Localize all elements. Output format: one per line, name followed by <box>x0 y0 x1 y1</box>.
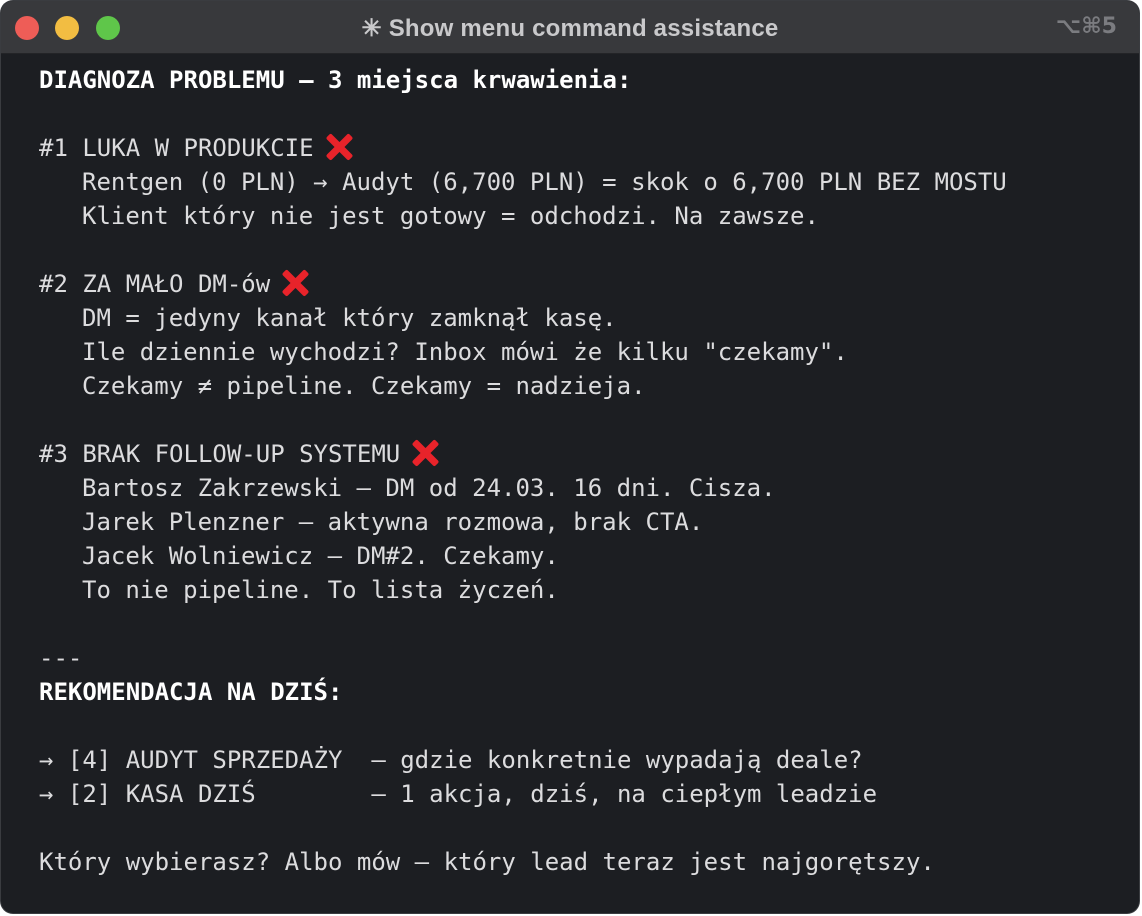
problem-title-text: #2 ZA MAŁO DM-ów <box>39 270 271 298</box>
problem-line: Bartosz Zakrzewski — DM od 24.03. 16 dni… <box>82 474 776 502</box>
closing-question: Który wybierasz? Albo mów — który lead t… <box>39 848 935 876</box>
cross-mark-icon <box>324 132 354 162</box>
problem-line: Klient który nie jest gotowy = odchodzi.… <box>82 202 819 230</box>
problem-line: Czekamy ≠ pipeline. Czekamy = nadzieja. <box>82 372 646 400</box>
problem-line: DM = jedyny kanał który zamknął kasę. <box>82 304 617 332</box>
title-bar: ✳ Show menu command assistance ⌥⌘5 <box>1 1 1139 54</box>
problem-title-text: #3 BRAK FOLLOW-UP SYSTEMU <box>39 440 401 468</box>
problem-line: Ile dziennie wychodzi? Inbox mówi że kil… <box>82 338 848 366</box>
separator: --- <box>39 644 83 672</box>
problem-title-3: #3 BRAK FOLLOW-UP SYSTEMU <box>39 437 1129 471</box>
terminal-window: ✳ Show menu command assistance ⌥⌘5 DIAGN… <box>1 1 1139 913</box>
window-shortcut: ⌥⌘5 <box>1055 14 1117 39</box>
problem-title-text: #1 LUKA W PRODUKCIE <box>39 134 314 162</box>
recommendation-heading: REKOMENDACJA NA DZIŚ: <box>39 678 343 706</box>
window-title: ✳ Show menu command assistance <box>361 15 779 42</box>
cross-mark-icon <box>410 438 440 468</box>
cross-mark-icon <box>280 268 310 298</box>
problem-line: To nie pipeline. To lista życzeń. <box>82 576 559 604</box>
problem-line: Rentgen (0 PLN) → Audyt (6,700 PLN) = sk… <box>82 168 1007 196</box>
problem-line: Jarek Plenzner — aktywna rozmowa, brak C… <box>82 508 704 536</box>
terminal-output[interactable]: DIAGNOZA PROBLEMU — 3 miejsca krwawienia… <box>39 63 1129 879</box>
problem-title-1: #1 LUKA W PRODUKCIE <box>39 131 1129 165</box>
option-cash: → [2] KASA DZIŚ — 1 akcja, dziś, na ciep… <box>39 780 878 808</box>
problem-title-2: #2 ZA MAŁO DM-ów <box>39 267 1129 301</box>
problem-line: Jacek Wolniewicz — DM#2. Czekamy. <box>82 542 559 570</box>
option-audit: → [4] AUDYT SPRZEDAŻY — gdzie konkretnie… <box>39 746 863 774</box>
diagnosis-heading: DIAGNOZA PROBLEMU — 3 miejsca krwawienia… <box>39 66 632 94</box>
